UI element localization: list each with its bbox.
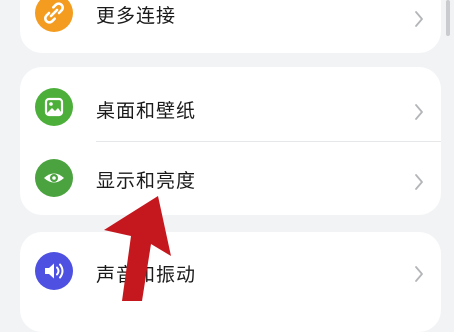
red-arrow-annotation <box>104 196 171 301</box>
